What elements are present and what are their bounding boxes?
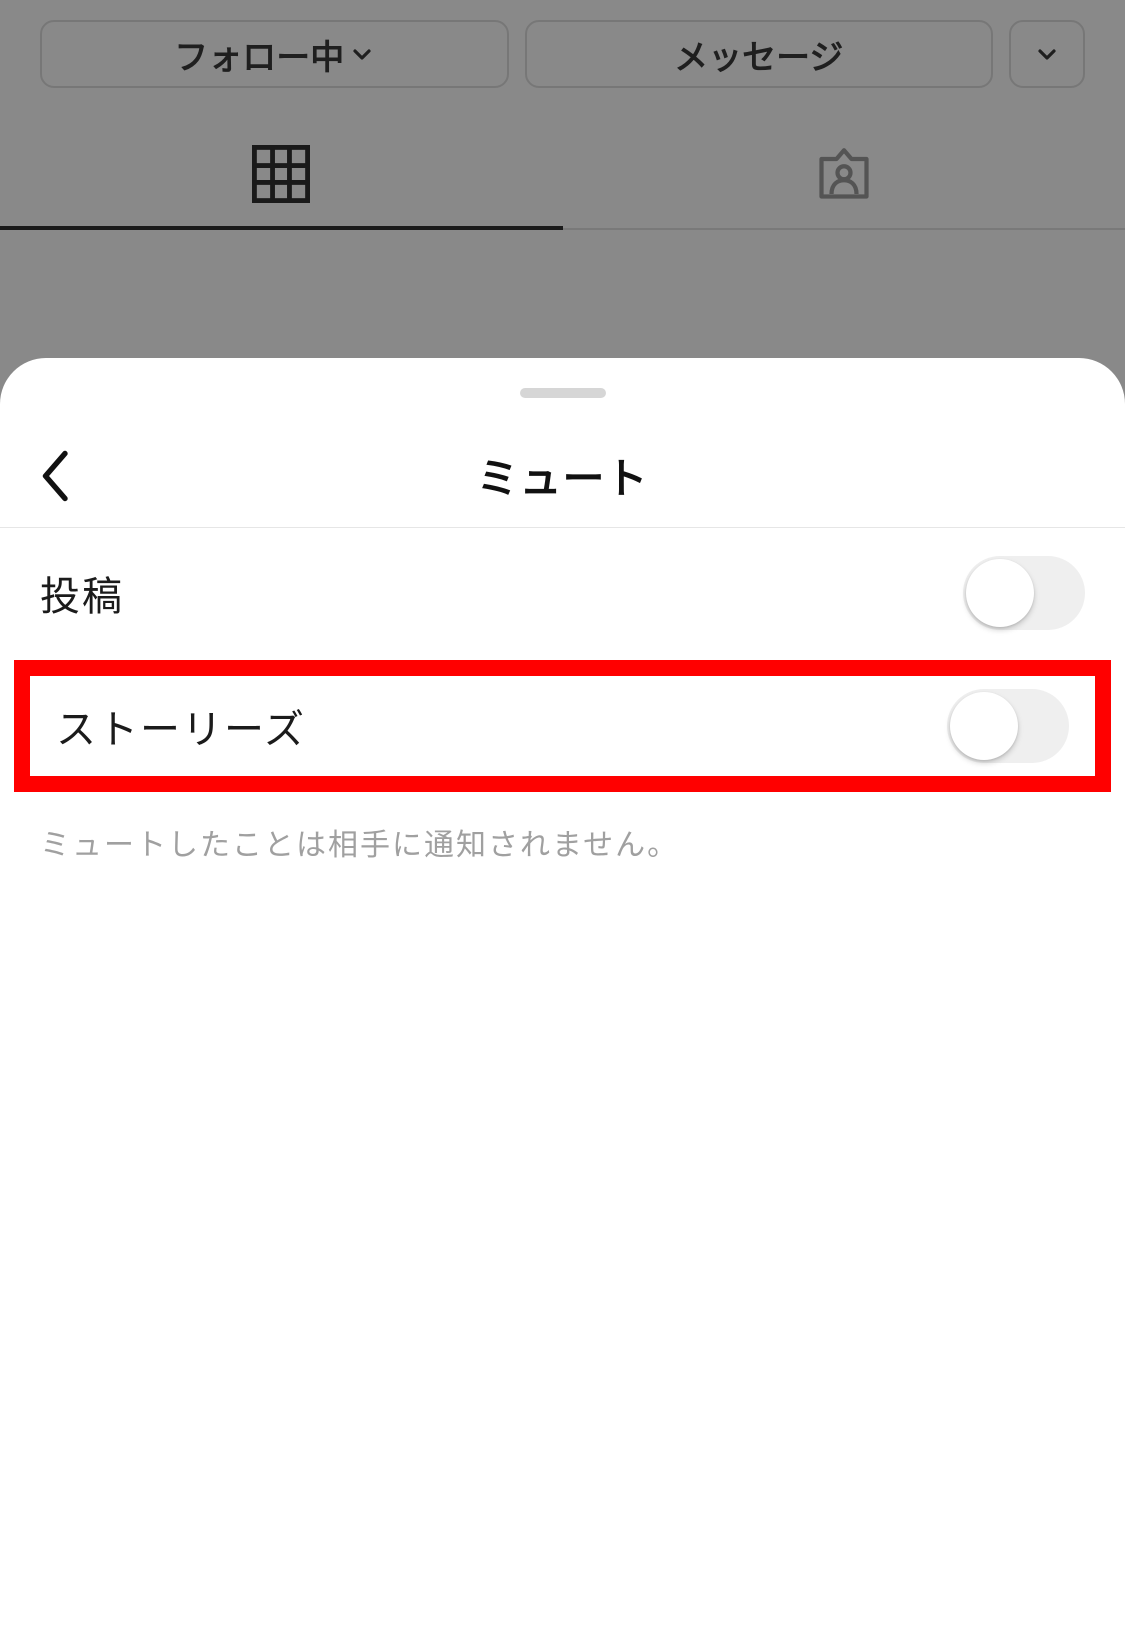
mute-stories-toggle[interactable] (947, 689, 1069, 763)
toggle-knob (966, 559, 1034, 627)
back-button[interactable] (26, 446, 86, 506)
sheet-grabber[interactable] (520, 388, 606, 398)
mute-posts-label: 投稿 (40, 564, 124, 622)
sheet-header: ミュート (0, 424, 1125, 528)
mute-bottom-sheet: ミュート 投稿 ストーリーズ ミュートしたことは相手に通知されません。 (0, 358, 1125, 1626)
sheet-title: ミュート (476, 445, 648, 506)
chevron-left-icon (38, 448, 74, 504)
annotation-highlight-box: ストーリーズ (14, 660, 1111, 792)
mute-stories-row: ストーリーズ (30, 676, 1095, 776)
mute-stories-label: ストーリーズ (56, 697, 306, 755)
toggle-knob (950, 692, 1018, 760)
mute-posts-toggle[interactable] (963, 556, 1085, 630)
mute-posts-row: 投稿 (40, 528, 1125, 658)
mute-footer-note: ミュートしたことは相手に通知されません。 (0, 798, 1125, 864)
